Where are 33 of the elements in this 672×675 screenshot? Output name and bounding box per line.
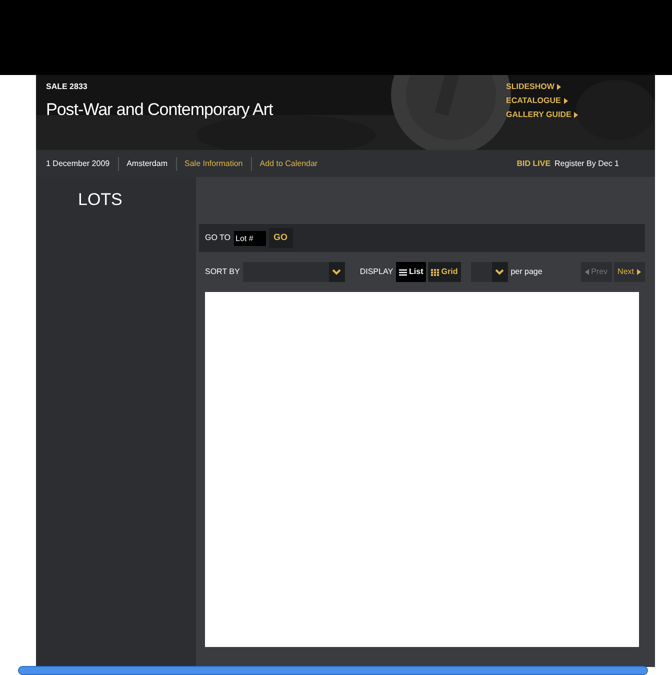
sale-number: SALE 2833 — [46, 81, 88, 93]
caret-icon — [557, 84, 562, 90]
caret-icon — [574, 112, 578, 118]
display-label: DISPLAY — [360, 266, 394, 278]
info-text: Amsterdam — [126, 158, 168, 170]
info-link[interactable]: Sale Information — [184, 158, 243, 170]
go-button[interactable]: GO — [268, 228, 293, 248]
header-link[interactable]: GALLERY GUIDE — [506, 109, 578, 121]
left-caret-icon — [585, 269, 590, 275]
info-text: 1 December 2009 — [46, 158, 110, 170]
bid-live-label: BID LIVE — [516, 158, 551, 170]
sale-title: Post-War and Contemporary Art — [46, 99, 273, 121]
per-page-label: per page — [510, 266, 542, 278]
caret-icon — [564, 98, 568, 104]
caret-icon — [637, 269, 641, 275]
register-link[interactable]: Register By Dec 1 — [554, 158, 619, 170]
lot-number-field[interactable]: Lot # — [234, 230, 266, 246]
sort-select[interactable] — [242, 262, 345, 282]
lots-heading: LOTS — [78, 189, 124, 211]
header-link[interactable]: ECATALOGUE — [506, 95, 578, 107]
header-link[interactable]: SLIDESHOW — [506, 81, 578, 93]
chevron-down-icon — [332, 269, 342, 275]
horizontal-scrollbar[interactable] — [18, 666, 648, 675]
chevron-down-icon — [495, 269, 504, 275]
view-tab[interactable]: Grid — [428, 262, 461, 282]
grid-icon — [431, 268, 440, 276]
goto-label: GO TO — [205, 232, 230, 244]
view-tab[interactable]: List — [396, 262, 426, 282]
next-button[interactable]: Next — [614, 262, 645, 282]
sort-label: SORT BY — [205, 266, 240, 278]
per-page-select[interactable] — [470, 262, 508, 282]
info-link[interactable]: Add to Calendar — [260, 158, 318, 170]
list-icon — [399, 268, 408, 276]
